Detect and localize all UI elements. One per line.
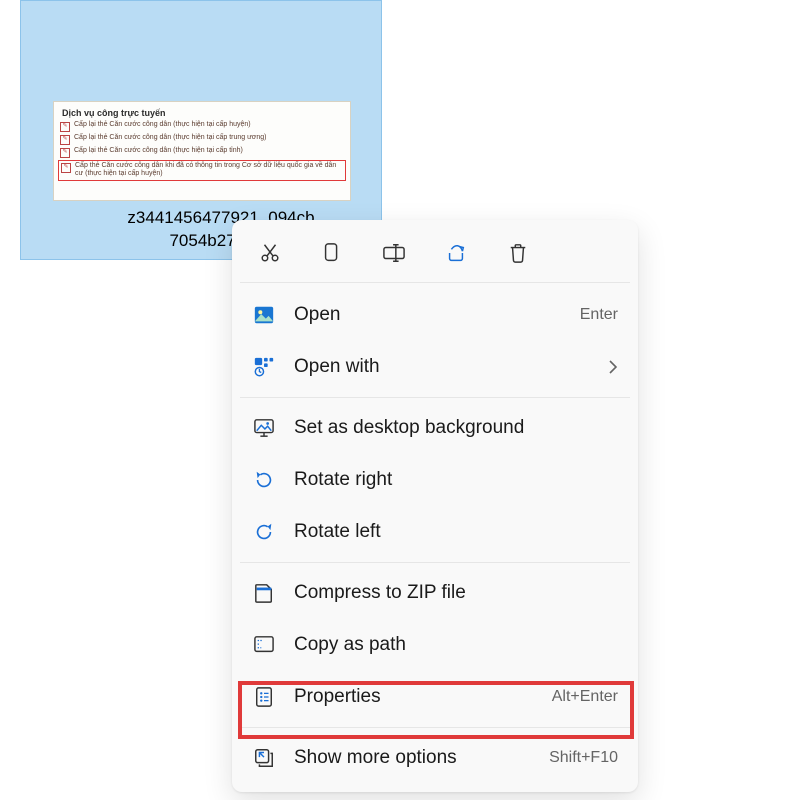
copy-button[interactable] [316,237,348,269]
menu-accelerator: Enter [580,306,618,324]
rename-button[interactable] [378,237,410,269]
menu-set-desktop-background[interactable]: Set as desktop background [240,402,630,454]
thumbnail-row-highlighted: ✎ Cấp thẻ Căn cước công dân khi đã có th… [58,160,346,181]
rotate-left-icon [252,520,276,544]
trash-icon [508,242,528,264]
menu-label: Properties [294,686,552,708]
image-icon [252,303,276,327]
menu-separator [240,397,630,398]
menu-label: Set as desktop background [294,417,618,439]
thumbnail-row: ✎ Cấp lại thẻ Căn cước công dân (thực hi… [54,120,350,133]
thumbnail-row: ✎ Cấp lại thẻ Căn cước công dân (thực hi… [54,133,350,146]
delete-button[interactable] [502,237,534,269]
open-with-icon [252,355,276,379]
rename-icon [382,242,406,264]
copy-icon [322,242,342,264]
rotate-right-icon [252,468,276,492]
copy-path-icon [252,633,276,657]
scissors-icon [259,242,281,264]
menu-label: Compress to ZIP file [294,582,618,604]
menu-copy-as-path[interactable]: Copy as path [240,619,630,671]
context-menu: Open Enter Open with [232,220,638,792]
share-button[interactable] [440,237,472,269]
thumbnail-title: Dịch vụ công trực tuyến [54,102,350,120]
menu-show-more-options[interactable]: Show more options Shift+F10 [240,732,630,784]
menu-rotate-right[interactable]: Rotate right [240,454,630,506]
menu-separator [240,562,630,563]
doc-icon: ✎ [60,135,70,145]
menu-label: Open with [294,356,608,378]
menu-properties[interactable]: Properties Alt+Enter [240,671,630,723]
menu-rotate-left[interactable]: Rotate left [240,506,630,558]
thumbnail-row: ✎ Cấp lại thẻ Căn cước công dân (thực hi… [54,146,350,159]
zip-icon [252,581,276,605]
context-menu-toolbar [240,228,630,283]
menu-separator [240,727,630,728]
more-options-icon [252,746,276,770]
menu-accelerator: Shift+F10 [549,749,618,767]
chevron-right-icon [608,360,618,374]
menu-label: Show more options [294,747,549,769]
doc-icon: ✎ [61,163,71,173]
menu-label: Rotate left [294,521,618,543]
share-icon [445,242,467,264]
properties-icon [252,685,276,709]
menu-accelerator: Alt+Enter [552,688,618,706]
doc-icon: ✎ [60,148,70,158]
menu-label: Open [294,304,580,326]
menu-label: Rotate right [294,469,618,491]
desktop-background-icon [252,416,276,440]
file-thumbnail: Dịch vụ công trực tuyến ✎ Cấp lại thẻ Că… [53,101,351,201]
menu-label: Copy as path [294,634,618,656]
cut-button[interactable] [254,237,286,269]
menu-open-with[interactable]: Open with [240,341,630,393]
doc-icon: ✎ [60,122,70,132]
menu-open[interactable]: Open Enter [240,289,630,341]
menu-compress-zip[interactable]: Compress to ZIP file [240,567,630,619]
